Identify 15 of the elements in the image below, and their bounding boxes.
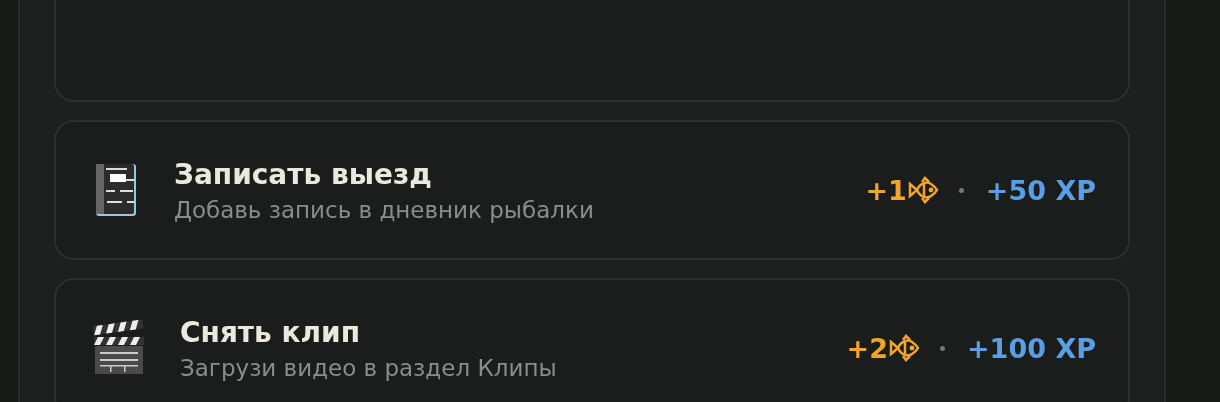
task-card[interactable]: Записать выезд Добавь запись в дневник рыбалки +1 +50 XP [54,120,1130,260]
fish-icon [888,333,920,363]
task-description: Добавь запись в дневник рыбалки [174,196,595,223]
separator-dot [958,187,964,193]
fish-reward: +2 [846,332,888,364]
xp-reward: +100 XP [967,332,1096,364]
separator-dot [940,345,945,351]
fish-reward: +1 [865,174,907,206]
task-title: Снять клип [180,315,362,349]
xp-reward: +50 XP [985,174,1096,206]
task-card[interactable]: Снять клип Загрузи видео в раздел Клипы +2 +100 XP [54,278,1130,402]
task-title: Записать выезд [174,157,433,191]
clapperboard-icon [92,320,146,376]
fish-icon [906,175,939,205]
task-description: Загрузи видео в раздел Клипы [180,354,558,381]
